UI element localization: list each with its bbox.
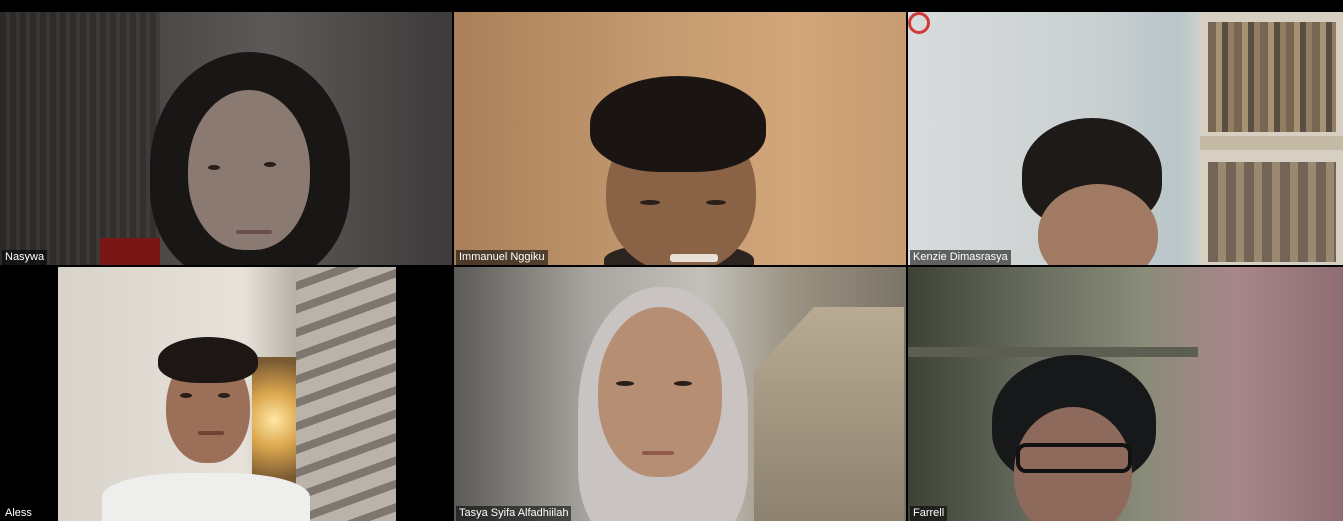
red-clothing — [100, 238, 160, 265]
participant-hair — [158, 337, 258, 383]
video-tile-kenzie[interactable]: Kenzie Dimasrasya — [908, 12, 1343, 265]
eye — [616, 381, 634, 386]
video-tile-nasywa[interactable]: Nasywa — [0, 12, 452, 265]
video-tile-aless[interactable]: Aless — [0, 267, 452, 521]
eye — [218, 393, 230, 398]
participant-face — [188, 90, 310, 250]
video-tile-immanuel[interactable]: Immanuel Nggiku — [454, 12, 906, 265]
eye — [674, 381, 692, 386]
participant-hair — [590, 76, 766, 172]
participant-name-label: Farrell — [910, 506, 948, 521]
participant-name-label: Immanuel Nggiku — [456, 250, 548, 265]
bookshelf — [1200, 12, 1343, 265]
participant-name-label: Kenzie Dimasrasya — [910, 250, 1011, 265]
eye — [264, 162, 276, 167]
video-tile-farrell[interactable]: Farrell — [908, 267, 1343, 521]
wall-clock-icon — [908, 12, 930, 34]
background-shelf — [0, 12, 160, 265]
eye — [208, 165, 220, 170]
window-blinds — [296, 267, 396, 521]
mouth — [198, 431, 224, 435]
video-tile-tasya[interactable]: Tasya Syifa Alfadhiilah — [454, 267, 906, 521]
eye — [706, 200, 726, 205]
participant-name-label: Tasya Syifa Alfadhiilah — [456, 506, 572, 521]
mouth — [642, 451, 674, 455]
gallery-grid: Nasywa Immanuel Nggiku Kenzie Dimasrasya — [0, 12, 1343, 521]
participant-name-label: Nasywa — [2, 250, 48, 265]
participant-torso — [102, 473, 310, 521]
mouth — [236, 230, 272, 234]
participant-name-label: Aless — [2, 506, 35, 521]
eye — [640, 200, 660, 205]
glasses-icon — [1016, 443, 1132, 473]
background-shelf — [908, 347, 1198, 357]
eye — [180, 393, 192, 398]
mouth — [670, 254, 718, 262]
